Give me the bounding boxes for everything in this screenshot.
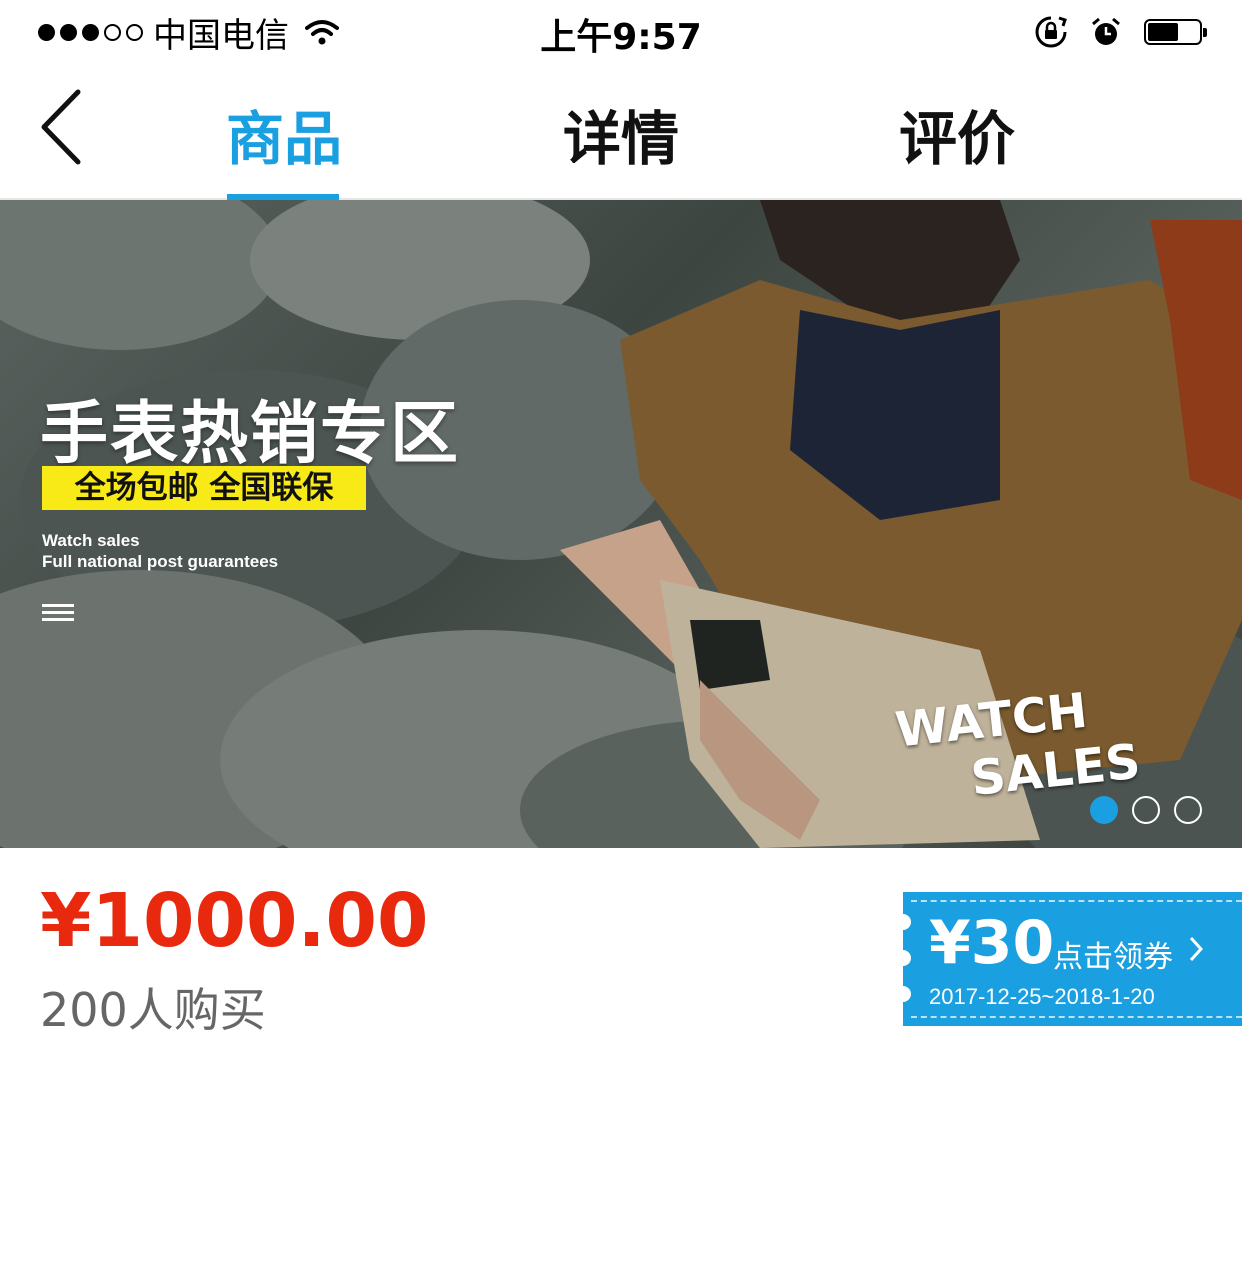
alarm-icon (1092, 17, 1120, 45)
coupon-card[interactable]: ¥30 点击领券 2017-12-25~2018-1-20 (895, 892, 1242, 1026)
banner-pagination (1090, 796, 1202, 824)
product-price: ¥1000.00 (40, 878, 429, 964)
banner-title: 手表热销专区 (40, 395, 461, 474)
pagination-dot-1[interactable] (1090, 796, 1118, 824)
banner-lines-icon (42, 604, 74, 625)
tab-goods[interactable]: 商品 (226, 92, 342, 176)
pagination-dot-2[interactable] (1132, 796, 1160, 824)
status-right (1034, 12, 1207, 52)
pagination-dot-3[interactable] (1174, 796, 1202, 824)
coupon-amount: ¥30 (929, 908, 1055, 978)
coupon-validity-dates: 2017-12-25~2018-1-20 (929, 984, 1155, 1009)
banner-subtitle-line2: Full national post guarantees (42, 552, 279, 571)
coupon-claim-link[interactable]: 点击领券 (1053, 932, 1173, 976)
back-arrow-icon[interactable] (36, 86, 96, 170)
tab-reviews[interactable]: 评价 (899, 92, 1015, 176)
tab-details[interactable]: 详情 (563, 92, 679, 176)
chevron-right-icon (1189, 936, 1203, 962)
buyer-count: 200人购买 (40, 983, 266, 1037)
banner-subtitle: Watch sales Full national post guarantee… (42, 530, 278, 572)
banner-subtitle-line1: Watch sales (42, 531, 140, 550)
top-navigation: 商品 详情 评价 (0, 64, 1242, 200)
status-bar: 中国电信 上午9:57 (0, 0, 1242, 64)
banner-tag: 全场包邮 全国联保 (42, 466, 366, 510)
battery-icon (1144, 19, 1207, 45)
rotation-lock-icon (1035, 16, 1067, 48)
promo-banner[interactable]: 手表热销专区 全场包邮 全国联保 Watch sales Full nation… (0, 200, 1242, 848)
